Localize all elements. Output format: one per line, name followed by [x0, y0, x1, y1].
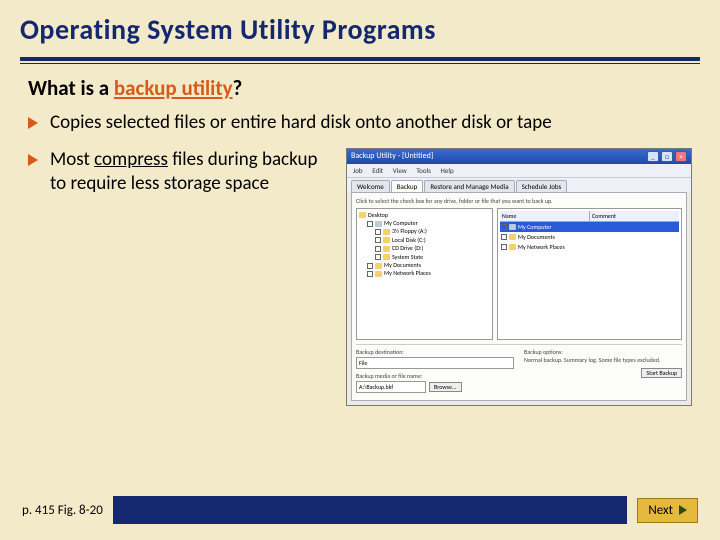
list-header: Name Comment: [500, 211, 679, 222]
tab-restore[interactable]: Restore and Manage Media: [424, 180, 514, 192]
titlebar: Backup Utility - [Untitled] _ □ ×: [347, 149, 691, 164]
screenshot-backup-utility: Backup Utility - [Untitled] _ □ × Job Ed…: [346, 148, 692, 406]
menu-bar: Job Edit View Tools Help: [347, 164, 691, 178]
menu-item[interactable]: View: [393, 166, 407, 175]
menu-item[interactable]: Job: [353, 166, 363, 175]
menu-item[interactable]: Edit: [372, 166, 383, 175]
dest-select[interactable]: File: [356, 357, 514, 369]
maximize-button[interactable]: □: [661, 151, 673, 162]
bullet-icon: [28, 117, 38, 129]
dest-label: Backup destination:: [356, 348, 514, 356]
bullet-text: Copies selected files or entire hard dis…: [50, 111, 552, 136]
opts-text: Normal backup. Summary log. Some file ty…: [524, 356, 682, 364]
instruction-text: Click to select the check box for any dr…: [356, 197, 682, 205]
tab-welcome[interactable]: Welcome: [351, 180, 390, 192]
browse-button[interactable]: Browse...: [429, 382, 462, 392]
folder-tree[interactable]: Desktop My Computer 3½ Floppy (A:) Local…: [356, 208, 493, 340]
next-button[interactable]: Next: [637, 498, 698, 523]
start-backup-button[interactable]: Start Backup: [641, 368, 682, 378]
list-item[interactable]: My Documents: [500, 232, 679, 242]
bullet-item: Copies selected files or entire hard dis…: [28, 111, 692, 136]
list-item[interactable]: My Computer: [500, 222, 679, 232]
media-input[interactable]: A:\Backup.bkf: [356, 381, 426, 393]
slide-title: Operating System Utility Programs: [20, 12, 700, 47]
arrow-icon: [679, 505, 687, 515]
page-ref: p. 415 Fig. 8-20: [22, 503, 103, 518]
bullet-icon: [28, 154, 38, 166]
minimize-button[interactable]: _: [647, 151, 659, 162]
media-label: Backup media or file name:: [356, 372, 514, 380]
tab-bar: Welcome Backup Restore and Manage Media …: [347, 178, 691, 192]
title-divider: [20, 57, 700, 61]
question-text: What is a backup utility?: [28, 75, 692, 101]
underlined-word: compress: [94, 148, 168, 171]
opts-label: Backup options:: [524, 348, 682, 356]
tab-schedule[interactable]: Schedule Jobs: [516, 180, 568, 192]
tab-backup[interactable]: Backup: [391, 180, 424, 192]
menu-item[interactable]: Help: [441, 166, 454, 175]
close-button[interactable]: ×: [675, 151, 687, 162]
list-item[interactable]: My Network Places: [500, 242, 679, 252]
bottom-band: [113, 496, 628, 524]
menu-item[interactable]: Tools: [416, 166, 431, 175]
bullet-text: Most compress files during backup to req…: [50, 148, 328, 197]
bullet-item: Most compress files during backup to req…: [28, 148, 328, 197]
question-highlight: backup utility: [114, 75, 233, 101]
file-list[interactable]: Name Comment My Computer My Documents My…: [497, 208, 682, 340]
window-title: Backup Utility - [Untitled]: [351, 151, 647, 161]
